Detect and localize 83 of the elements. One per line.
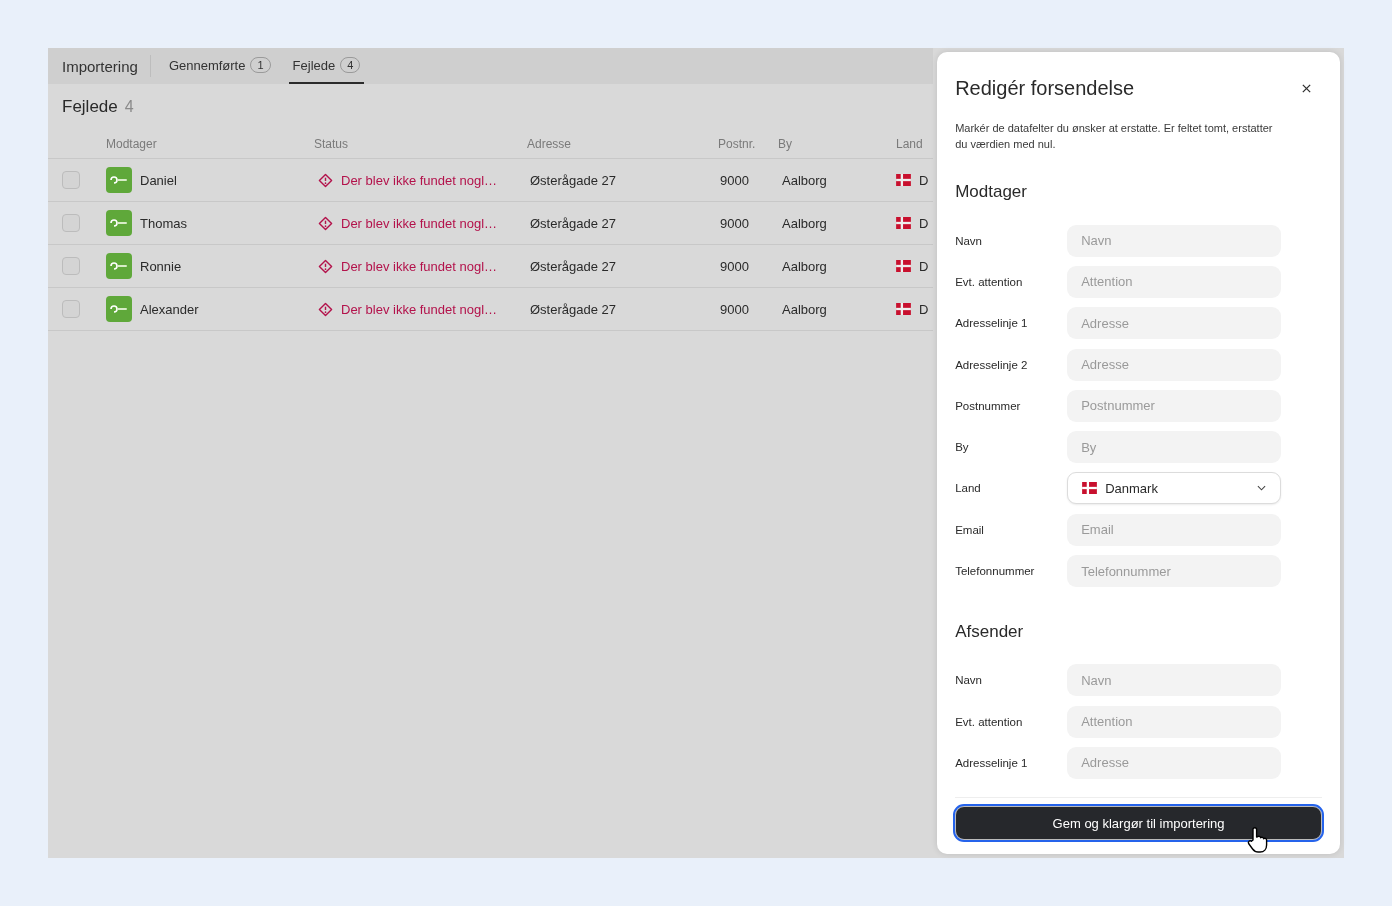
tab[interactable]: Fejlede 4 <box>288 48 365 84</box>
warning-icon <box>318 301 333 317</box>
table-cell-text: 9000 <box>719 172 750 188</box>
flag-icon <box>896 174 911 186</box>
field-label: Adresselinje 2 <box>955 358 1029 371</box>
input-field[interactable]: Postnummer <box>1067 389 1282 422</box>
table-cell: D <box>919 301 929 317</box>
column-header: Status <box>314 137 350 151</box>
close-icon[interactable] <box>1301 82 1312 94</box>
field-label: By <box>955 441 970 454</box>
status-text: Der blev ikke fundet nogl… <box>341 215 498 231</box>
input-field[interactable]: Navn <box>1067 224 1282 257</box>
table-cell: D <box>919 172 929 188</box>
form-section-title: Afsender <box>955 621 1025 642</box>
field-label: Adresselinje 1 <box>955 317 1029 330</box>
carrier-logo-icon <box>106 210 132 236</box>
input-field[interactable]: Navn <box>1067 664 1282 697</box>
input-field[interactable]: Adresse <box>1067 746 1282 779</box>
carrier-logo-icon <box>106 296 132 322</box>
status-text: Der blev ikke fundet nogl… <box>341 172 498 188</box>
count-label: 4 <box>124 98 134 116</box>
tab[interactable]: Gennemførte 1 <box>164 48 275 84</box>
flag-icon <box>896 260 911 272</box>
table-cell-text: 9000 <box>719 301 750 317</box>
carrier-logo-icon <box>106 167 132 193</box>
recipient-name: Daniel <box>140 172 177 188</box>
warning-icon <box>318 172 333 188</box>
checkbox[interactable] <box>62 300 80 318</box>
field-label: Evt. attention <box>955 275 1024 288</box>
panel-title: Redigér forsendelse <box>955 76 1135 100</box>
field-label: Postnummer <box>955 399 1022 412</box>
column-header: Postnr. <box>718 137 757 151</box>
table-cell-text: Aalborg <box>781 258 828 274</box>
table-cell-text: Østerågade 27 <box>529 258 617 274</box>
table-cell: D <box>919 258 929 274</box>
table-cell: D <box>919 215 929 231</box>
table-cell-text: Aalborg <box>781 215 828 231</box>
page-title: Importering <box>62 57 138 75</box>
input-field[interactable]: Adresse <box>1067 348 1282 381</box>
status-text: Der blev ikke fundet nogl… <box>341 258 498 274</box>
table-cell-text: Østerågade 27 <box>529 172 617 188</box>
input-field[interactable]: Attention <box>1067 705 1282 738</box>
warning-icon <box>318 258 333 274</box>
flag-icon <box>896 217 911 229</box>
carrier-logo-icon <box>106 253 132 279</box>
recipient-name: Thomas <box>140 215 187 231</box>
checkbox[interactable] <box>62 214 80 232</box>
flag-icon <box>1082 482 1098 495</box>
country-dropdown[interactable]: Danmark <box>1067 472 1282 505</box>
recipient-name: Ronnie <box>140 258 182 274</box>
field-label: Adresselinje 1 <box>955 756 1029 769</box>
table-cell-text: 9000 <box>719 258 750 274</box>
field-label: Evt. attention <box>955 715 1024 728</box>
column-header: Land <box>896 137 924 151</box>
input-field[interactable]: Adresse <box>1067 307 1282 340</box>
field-label: Telefonnummer <box>955 565 1036 577</box>
recipient-name: Alexander <box>140 301 199 317</box>
field-label: Email <box>955 523 985 536</box>
input-field[interactable]: Telefonnummer <box>1067 555 1282 587</box>
input-field[interactable]: By <box>1067 431 1282 464</box>
table-cell-text: Østerågade 27 <box>529 301 617 317</box>
form-section-title: Modtager <box>955 182 1028 202</box>
description-text: Markér de datafelter du ønsker at erstatte. Er feltet tomt, erstatter du værdien med nul. <box>955 121 1274 152</box>
section-title: Fejlede <box>62 97 118 117</box>
checkbox[interactable] <box>62 171 80 189</box>
flag-icon <box>896 303 911 315</box>
table-cell-text: Aalborg <box>781 172 828 188</box>
status-text: Der blev ikke fundet nogl… <box>341 301 498 317</box>
submit-button[interactable]: Gem og klargør til importering <box>955 806 1322 840</box>
table-cell-text: Østerågade 27 <box>529 215 617 231</box>
table-cell-text: 9000 <box>719 215 750 231</box>
chevron-down-icon <box>1257 485 1267 492</box>
column-header: By <box>778 137 793 151</box>
field-label: Land <box>955 482 982 495</box>
input-field[interactable]: Attention <box>1067 265 1282 298</box>
input-field[interactable]: Email <box>1067 513 1282 546</box>
field-label: Navn <box>955 234 984 247</box>
column-header: Adresse <box>527 137 573 151</box>
checkbox[interactable] <box>62 257 80 275</box>
column-header: Modtager <box>106 137 158 151</box>
field-label: Navn <box>955 674 984 687</box>
warning-icon <box>318 215 333 231</box>
table-cell-text: Aalborg <box>781 301 828 317</box>
